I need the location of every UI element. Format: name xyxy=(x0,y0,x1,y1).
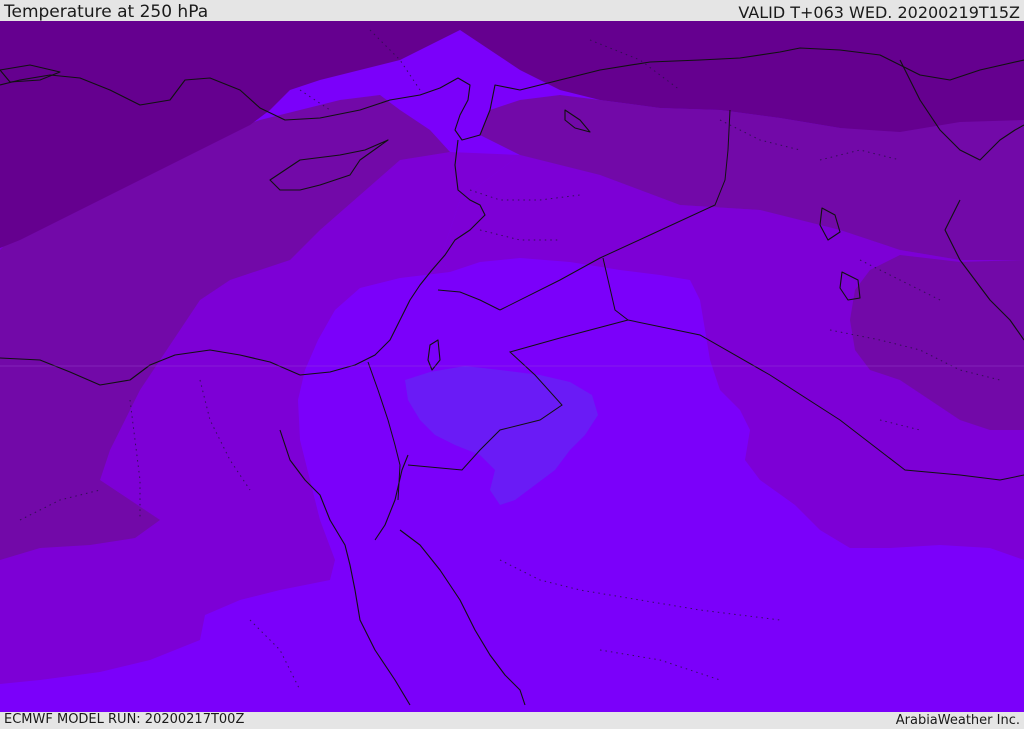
credit-label: ArabiaWeather Inc. xyxy=(895,713,1020,728)
model-run-label: ECMWF MODEL RUN: 20200217T00Z xyxy=(4,712,245,727)
footer-bar: ECMWF MODEL RUN: 20200217T00Z ArabiaWeat… xyxy=(0,712,1024,729)
temperature-map xyxy=(0,21,1024,712)
header-bar: Temperature at 250 hPa VALID T+063 WED. … xyxy=(0,0,1024,22)
map-title: Temperature at 250 hPa xyxy=(4,2,209,22)
valid-time: VALID T+063 WED. 20200219T15Z xyxy=(738,3,1020,22)
